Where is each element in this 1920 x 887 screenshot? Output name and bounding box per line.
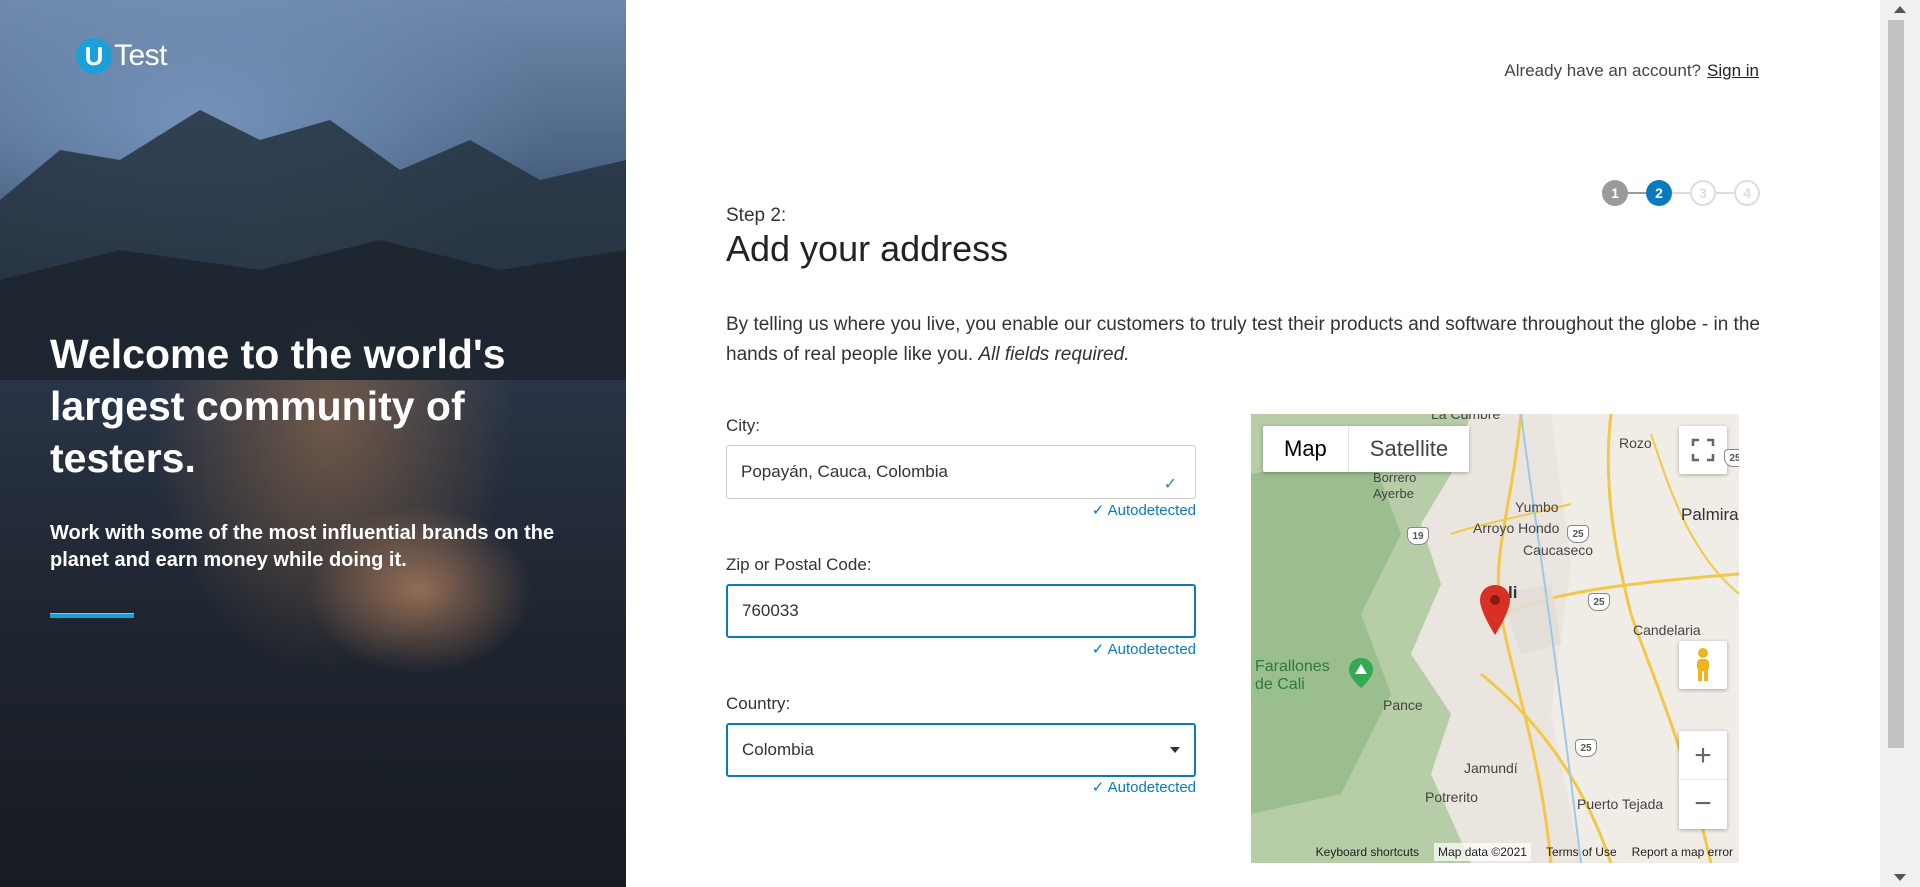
logo-u-icon: U	[76, 38, 112, 74]
route-shield: 25	[1724, 449, 1739, 467]
step-label: Step 2:	[726, 205, 787, 226]
map-label: Caucaseco	[1523, 542, 1594, 558]
scroll-down-icon[interactable]	[1894, 874, 1906, 881]
page-title: Add your address	[726, 228, 1009, 269]
hero-accent-bar	[50, 613, 134, 618]
description-text: By telling us where you live, you enable…	[726, 314, 1760, 365]
check-icon: ✓	[1163, 476, 1177, 493]
step-connector	[1672, 192, 1690, 194]
zip-input[interactable]: 760033	[726, 584, 1196, 638]
park-pin-icon	[1349, 658, 1373, 688]
map-label: Puerto Tejada	[1577, 796, 1664, 812]
map-tab-map[interactable]: Map	[1263, 426, 1348, 472]
zip-value: 760033	[742, 601, 799, 620]
step-3-indicator: 3	[1690, 180, 1716, 206]
map-data-credit: Map data ©2021	[1434, 843, 1531, 861]
map-label: Pance	[1383, 697, 1423, 713]
map-label: Arroyo Hondo	[1473, 520, 1560, 536]
utest-logo[interactable]: U Test	[76, 38, 168, 74]
step-connector	[1716, 192, 1734, 194]
pegman-icon	[1697, 648, 1709, 681]
map-label: La Cumbre	[1431, 414, 1501, 422]
report-error-link[interactable]: Report a map error	[1632, 845, 1733, 859]
chevron-down-icon	[1170, 747, 1180, 753]
map-footer: Keyboard shortcuts Map data ©2021 Terms …	[1251, 841, 1739, 863]
step-4-indicator: 4	[1734, 180, 1760, 206]
map-label: Borrero Ayerbe	[1373, 470, 1417, 501]
form-description: By telling us where you live, you enable…	[726, 310, 1766, 370]
country-autodetected: ✓ Autodetected	[1091, 779, 1196, 796]
map-label: Candelaria	[1633, 622, 1701, 638]
zip-label: Zip or Postal Code:	[726, 555, 872, 574]
map-label: Palmira	[1681, 505, 1739, 524]
city-label: City:	[726, 416, 760, 435]
street-view-button[interactable]	[1679, 641, 1727, 689]
location-map[interactable]: Map Satellite + − La Cumbre Rozo Palmira…	[1251, 414, 1739, 863]
fullscreen-icon	[1691, 438, 1715, 462]
hero-subtext: Work with some of the most influential b…	[50, 522, 555, 571]
country-select[interactable]: Colombia	[726, 723, 1196, 777]
route-shield: 25	[1588, 593, 1610, 611]
signin-prompt-text: Already have an account?	[1504, 61, 1702, 80]
hero-headline: Welcome to the world's largest community…	[50, 331, 506, 481]
keyboard-shortcuts-link[interactable]: Keyboard shortcuts	[1316, 845, 1419, 859]
city-autodetected: ✓ Autodetected	[1091, 502, 1196, 519]
zoom-out-button[interactable]: −	[1679, 780, 1727, 828]
scrollbar-thumb[interactable]	[1888, 20, 1904, 748]
map-label: Jamundí	[1464, 760, 1518, 776]
description-emphasis: All fields required.	[978, 344, 1130, 365]
signin-prompt: Already have an account? Sign in	[1504, 61, 1759, 81]
map-tab-satellite[interactable]: Satellite	[1347, 426, 1469, 472]
map-label: Yumbo	[1515, 499, 1559, 515]
map-terrain	[1251, 414, 1739, 863]
map-label: Farallones de Cali	[1255, 658, 1330, 693]
step-2-indicator: 2	[1646, 180, 1672, 206]
city-value: Popayán, Cauca, Colombia	[741, 462, 948, 481]
step-progress: 1 2 3 4	[1602, 180, 1760, 206]
map-type-control: Map Satellite	[1263, 426, 1470, 472]
route-shield: 19	[1407, 527, 1429, 545]
step-connector	[1628, 192, 1646, 194]
logo-text: Test	[114, 39, 168, 72]
zoom-control: + −	[1679, 731, 1727, 829]
route-shield: 25	[1567, 525, 1589, 543]
zip-autodetected: ✓ Autodetected	[1091, 641, 1196, 658]
map-label: Potrerito	[1425, 789, 1478, 805]
step-1-indicator: 1	[1602, 180, 1628, 206]
hero-panel: U Test Welcome to the world's largest co…	[0, 0, 626, 887]
country-label: Country:	[726, 694, 791, 713]
page-scrollbar[interactable]	[1880, 0, 1920, 887]
zoom-in-button[interactable]: +	[1679, 732, 1727, 780]
signin-link[interactable]: Sign in	[1707, 61, 1759, 80]
city-input[interactable]: Popayán, Cauca, Colombia ✓	[726, 445, 1196, 499]
scroll-up-icon[interactable]	[1894, 6, 1906, 13]
fullscreen-button[interactable]	[1679, 426, 1727, 474]
map-label: Rozo	[1619, 435, 1652, 451]
route-shield: 25	[1575, 739, 1597, 757]
country-value: Colombia	[742, 740, 814, 759]
location-pin-icon	[1480, 585, 1510, 635]
terms-link[interactable]: Terms of Use	[1546, 845, 1617, 859]
